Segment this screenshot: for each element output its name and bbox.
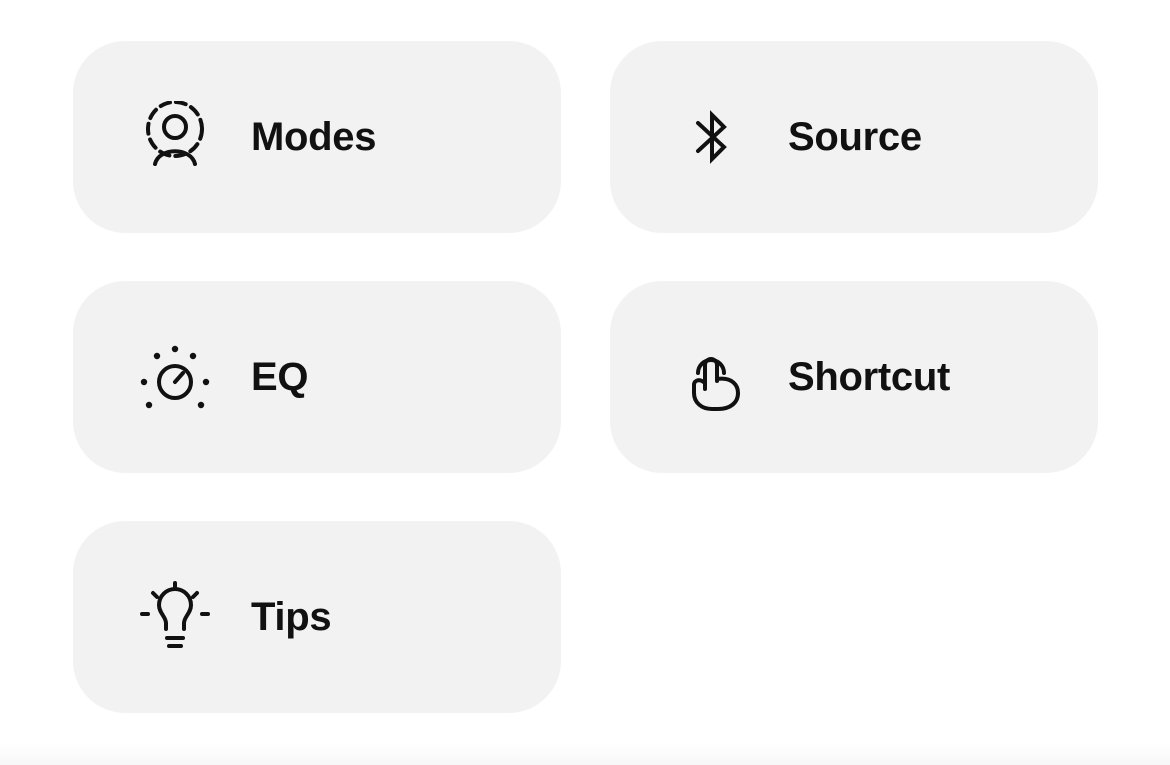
eq-label: EQ [251, 354, 309, 399]
source-button[interactable]: Source [610, 41, 1098, 233]
modes-icon [139, 101, 211, 173]
shortcut-label: Shortcut [788, 354, 951, 399]
lightbulb-icon [139, 581, 211, 653]
shortcut-button[interactable]: Shortcut [610, 281, 1098, 473]
eq-dial-icon [139, 341, 211, 413]
bluetooth-icon [676, 101, 748, 173]
modes-label: Modes [251, 114, 377, 159]
tips-button[interactable]: Tips [73, 521, 561, 713]
modes-button[interactable]: Modes [73, 41, 561, 233]
settings-grid: Modes Source EQ Shortcut Tips [0, 0, 1170, 765]
tips-label: Tips [251, 594, 332, 639]
eq-button[interactable]: EQ [73, 281, 561, 473]
source-label: Source [788, 114, 922, 159]
bottom-fade [0, 743, 1170, 765]
touch-gesture-icon [676, 341, 748, 413]
